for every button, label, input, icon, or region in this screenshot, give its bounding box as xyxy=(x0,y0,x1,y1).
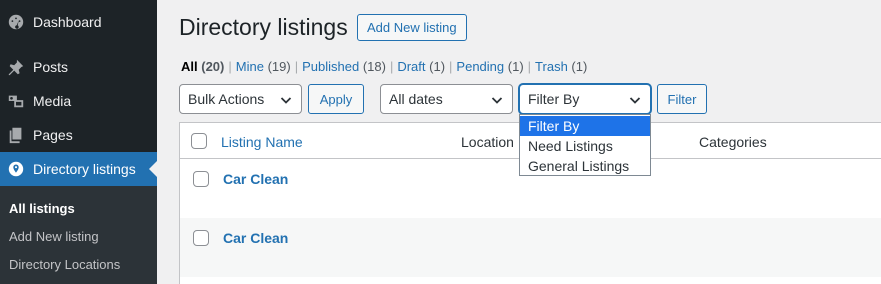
page-title: Directory listings xyxy=(179,14,348,40)
directory-submenu: All listings Add New listing Directory L… xyxy=(0,186,157,284)
status-views: All (20) | Mine (19) | Published (18) | Draft … xyxy=(181,59,588,74)
column-location: Location xyxy=(461,134,514,150)
select-all-checkbox[interactable] xyxy=(191,133,207,149)
view-published-link[interactable]: Published (18) xyxy=(302,59,386,74)
dropdown-option-need-listings[interactable]: Need Listings xyxy=(520,136,650,156)
filter-by-value: Filter By xyxy=(528,91,580,107)
sidebar-item-pages[interactable]: Pages xyxy=(0,118,157,152)
filter-by-dropdown: Filter By Need Listings General Listings xyxy=(519,114,651,176)
media-icon xyxy=(6,91,26,111)
sidebar-item-label: Directory listings xyxy=(33,161,136,177)
row-checkbox[interactable] xyxy=(193,171,209,187)
column-listing-name[interactable]: Listing Name xyxy=(221,134,303,150)
sidebar-item-label: Pages xyxy=(33,127,73,143)
view-all-link[interactable]: All (20) xyxy=(181,59,224,74)
column-categories: Categories xyxy=(699,134,767,150)
submenu-item-add-new-listing[interactable]: Add New listing xyxy=(9,229,99,244)
view-mine-link[interactable]: Mine (19) xyxy=(236,59,291,74)
listing-title-link[interactable]: Car Clean xyxy=(223,171,288,187)
submenu-item-directory-locations[interactable]: Directory Locations xyxy=(9,257,120,272)
table-row: Car Clean xyxy=(180,218,881,277)
view-trash-link[interactable]: Trash (1) xyxy=(535,59,587,74)
view-draft-link[interactable]: Draft (1) xyxy=(397,59,445,74)
view-pending-link[interactable]: Pending (1) xyxy=(456,59,523,74)
sidebar-item-label: Posts xyxy=(33,59,69,75)
sidebar-item-label: Media xyxy=(33,93,72,109)
pin-icon xyxy=(6,57,26,77)
sidebar-item-posts[interactable]: Posts xyxy=(0,50,157,84)
sidebar-item-label: Dashboard xyxy=(33,14,102,30)
dates-value: All dates xyxy=(389,91,443,107)
chevron-down-icon xyxy=(629,97,641,104)
dashboard-icon xyxy=(6,12,26,32)
dropdown-option-filter-by[interactable]: Filter By xyxy=(520,116,650,136)
sidebar-item-directory-listings[interactable]: Directory listings xyxy=(0,152,157,186)
directory-icon xyxy=(6,159,26,179)
apply-button[interactable]: Apply xyxy=(308,84,364,114)
dropdown-option-general-listings[interactable]: General Listings xyxy=(520,156,650,176)
sidebar-item-media[interactable]: Media xyxy=(0,84,157,118)
dates-select[interactable]: All dates xyxy=(380,84,513,114)
add-new-listing-button[interactable]: Add New listing xyxy=(357,14,467,41)
sidebar-item-dashboard[interactable]: Dashboard xyxy=(0,5,157,39)
chevron-down-icon xyxy=(280,97,292,104)
listing-title-link[interactable]: Car Clean xyxy=(223,230,288,246)
bulk-actions-select[interactable]: Bulk Actions xyxy=(179,84,302,114)
filter-button[interactable]: Filter xyxy=(657,84,707,114)
row-checkbox[interactable] xyxy=(193,230,209,246)
bulk-actions-value: Bulk Actions xyxy=(188,91,265,107)
admin-sidebar: Dashboard Posts Media Pages Directory li… xyxy=(0,0,157,284)
filter-by-select[interactable]: Filter By xyxy=(519,84,651,114)
submenu-item-all-listings[interactable]: All listings xyxy=(9,201,75,216)
chevron-down-icon xyxy=(491,97,503,104)
pages-icon xyxy=(6,125,26,145)
